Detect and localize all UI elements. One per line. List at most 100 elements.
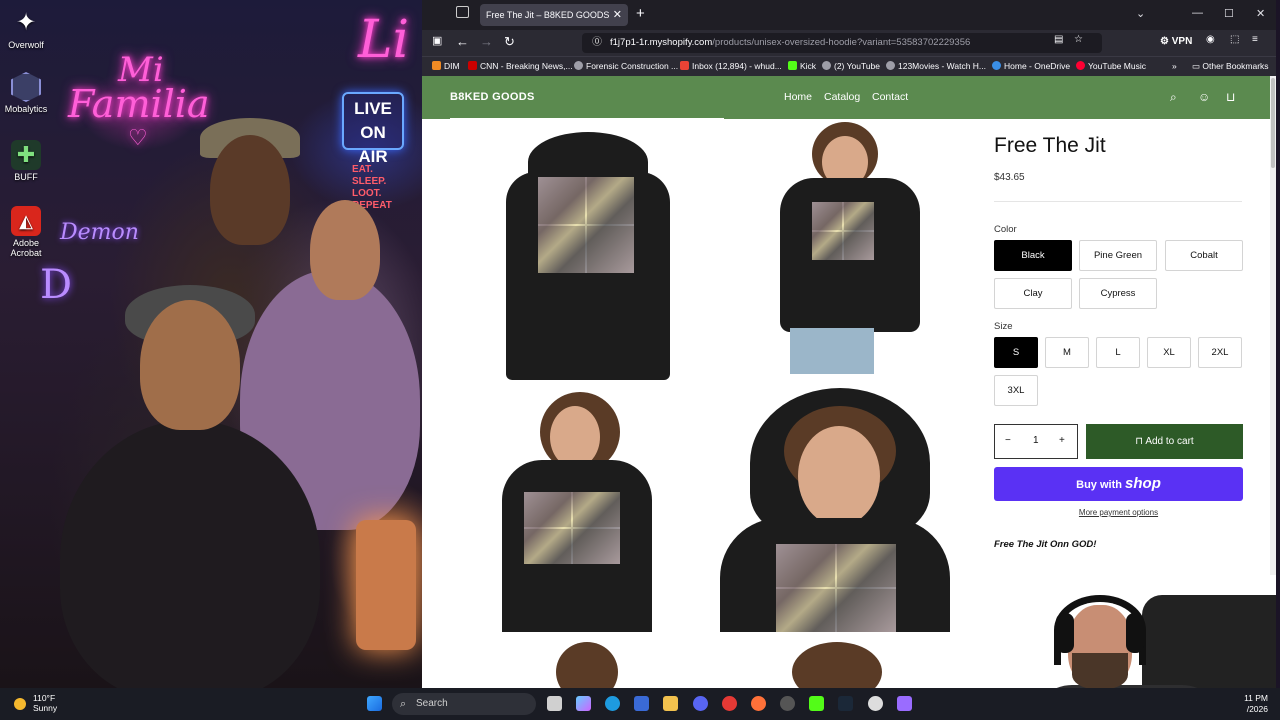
sidebar-icon[interactable]: ▣ <box>432 34 442 47</box>
vpn-label: VPN <box>1171 36 1193 47</box>
store-brand[interactable]: B8KED GOODS <box>450 91 535 103</box>
bookmark-label: CNN - Breaking News,... <box>480 61 573 71</box>
kick-icon[interactable] <box>809 696 824 711</box>
product-image-model-5[interactable] <box>792 642 882 688</box>
size-option-m[interactable]: M <box>1045 337 1089 368</box>
media-player-icon[interactable] <box>722 696 737 711</box>
menu-icon[interactable]: ≡ <box>1252 34 1258 45</box>
tab-active[interactable]: Free The Jit – B8KED GOODS ✕ <box>480 4 628 26</box>
size-option-xl[interactable]: XL <box>1147 337 1191 368</box>
settings-icon[interactable] <box>868 696 883 711</box>
extensions-icon[interactable]: ⬚ <box>1230 34 1239 45</box>
headphone-cup <box>1126 613 1144 653</box>
clock[interactable]: 11 PM /2026 <box>1244 693 1268 715</box>
nav-catalog[interactable]: Catalog <box>824 91 860 103</box>
add-to-cart-label: Add to cart <box>1145 436 1194 447</box>
product-image-model-3[interactable] <box>720 388 950 632</box>
game-app-icon[interactable] <box>897 696 912 711</box>
forward-icon[interactable]: → <box>480 34 493 49</box>
close-window-icon[interactable]: ✕ <box>1256 7 1265 20</box>
maximize-icon[interactable]: ☐ <box>1224 7 1234 20</box>
bookmark-label: (2) YouTube <box>834 61 880 71</box>
steam-icon[interactable] <box>838 696 853 711</box>
nav-toolbar: ▣ ← → ↻ ⓪ f1j7p1-1r.myshopify.com/produc… <box>422 30 1276 56</box>
close-tab-icon[interactable]: ✕ <box>613 4 622 26</box>
vpn-button[interactable]: ⚙ VPN <box>1160 36 1192 47</box>
size-option-2xl[interactable]: 2XL <box>1198 337 1242 368</box>
obs-icon[interactable] <box>780 696 795 711</box>
product-image-model-2[interactable] <box>500 392 660 632</box>
size-option-3xl[interactable]: 3XL <box>994 375 1038 406</box>
nav-contact[interactable]: Contact <box>872 91 908 103</box>
desktop-icon-mobalytics[interactable]: Mobalytics <box>4 72 48 114</box>
bookmark-label: Kick <box>800 61 817 71</box>
edge-icon[interactable] <box>605 696 620 711</box>
account-icon[interactable]: ◉ <box>1206 34 1215 45</box>
buy-with-shop-button[interactable]: Buy with shop <box>994 467 1243 501</box>
reload-icon[interactable]: ↻ <box>504 34 515 50</box>
more-payment-options-link[interactable]: More payment options <box>994 508 1243 517</box>
cart-icon[interactable]: ⊔ <box>1226 90 1235 104</box>
quantity-stepper[interactable]: − 1 + <box>994 424 1078 459</box>
desktop-icon-label: Adobe Acrobat <box>10 238 42 258</box>
product-image-model-1[interactable] <box>772 122 932 376</box>
product-image-model-4[interactable] <box>556 642 618 688</box>
add-to-cart-button[interactable]: ⊓ Add to cart <box>1086 424 1243 459</box>
copilot-icon[interactable] <box>576 696 591 711</box>
tab-list-icon[interactable] <box>456 6 469 18</box>
color-option-pine-green[interactable]: Pine Green <box>1079 240 1157 271</box>
new-tab-icon[interactable]: + <box>636 5 645 22</box>
hoodie-print <box>812 202 874 260</box>
discord-icon[interactable] <box>693 696 708 711</box>
scrollbar-thumb[interactable] <box>1271 78 1275 168</box>
product-description: Free The Jit Onn GOD! <box>994 539 1097 550</box>
desktop-icon-buff[interactable]: ✚ BUFF <box>4 140 48 182</box>
bookmark-item[interactable]: Forensic Construction ... <box>574 61 678 71</box>
desktop-icon-overwolf[interactable]: ✦ Overwolf <box>4 8 48 50</box>
minimize-icon[interactable]: — <box>1192 7 1203 19</box>
size-label: Size <box>994 321 1013 332</box>
other-bookmarks[interactable]: ▭ Other Bookmarks <box>1192 61 1269 72</box>
search-icon: ⌕ <box>400 698 407 710</box>
bookmark-item[interactable]: YouTube Music <box>1076 61 1146 71</box>
color-option-cypress[interactable]: Cypress <box>1079 278 1157 309</box>
adobe-acrobat-icon: ◭ <box>11 206 41 236</box>
minus-icon[interactable]: − <box>1005 435 1011 446</box>
quantity-value[interactable]: 1 <box>1033 435 1039 446</box>
more-bookmarks-icon[interactable]: » <box>1172 61 1177 71</box>
hoodie-print <box>538 177 634 273</box>
headphone-cup <box>1056 613 1074 653</box>
bookmark-item[interactable]: 123Movies - Watch H... <box>886 61 986 71</box>
color-option-black[interactable]: Black <box>994 240 1072 271</box>
firefox-icon[interactable] <box>751 696 766 711</box>
bookmark-star-icon[interactable]: ☆ <box>1074 34 1083 45</box>
account-icon[interactable]: ☺ <box>1198 90 1210 104</box>
file-explorer-icon[interactable] <box>663 696 678 711</box>
bookmark-item[interactable]: Home - OneDrive <box>992 61 1070 71</box>
bookmark-item[interactable]: (2) YouTube <box>822 61 880 71</box>
nav-home[interactable]: Home <box>784 91 812 103</box>
bookmark-item[interactable]: CNN - Breaking News,... <box>468 61 573 71</box>
url-bar[interactable]: ⓪ f1j7p1-1r.myshopify.com/products/unise… <box>582 33 1102 53</box>
site-info-icon[interactable]: ⓪ <box>592 33 602 53</box>
color-option-cobalt[interactable]: Cobalt <box>1165 240 1243 271</box>
bookmark-item[interactable]: Inbox (12,894) - whud... <box>680 61 782 71</box>
plus-icon[interactable]: + <box>1059 435 1065 446</box>
back-icon[interactable]: ← <box>456 34 469 49</box>
store-icon[interactable] <box>634 696 649 711</box>
neon-heart-icon: ♡ <box>128 126 148 151</box>
taskbar-search[interactable]: ⌕ Search <box>392 693 536 715</box>
task-view-icon[interactable] <box>547 696 562 711</box>
search-icon[interactable]: ⌕ <box>1170 90 1177 105</box>
reader-view-icon[interactable]: ▤ <box>1054 34 1063 45</box>
bookmark-item[interactable]: DIM <box>432 61 460 71</box>
bookmark-item[interactable]: Kick <box>788 61 816 71</box>
color-option-clay[interactable]: Clay <box>994 278 1072 309</box>
desktop-icon-adobe-acrobat[interactable]: ◭ Adobe Acrobat <box>4 206 48 258</box>
start-icon[interactable] <box>367 696 382 711</box>
chevron-down-icon[interactable]: ⌄ <box>1136 7 1145 20</box>
size-option-s[interactable]: S <box>994 337 1038 368</box>
size-option-l[interactable]: L <box>1096 337 1140 368</box>
product-image-front[interactable] <box>500 132 676 382</box>
weather-widget[interactable]: 110°F Sunny <box>14 693 57 713</box>
